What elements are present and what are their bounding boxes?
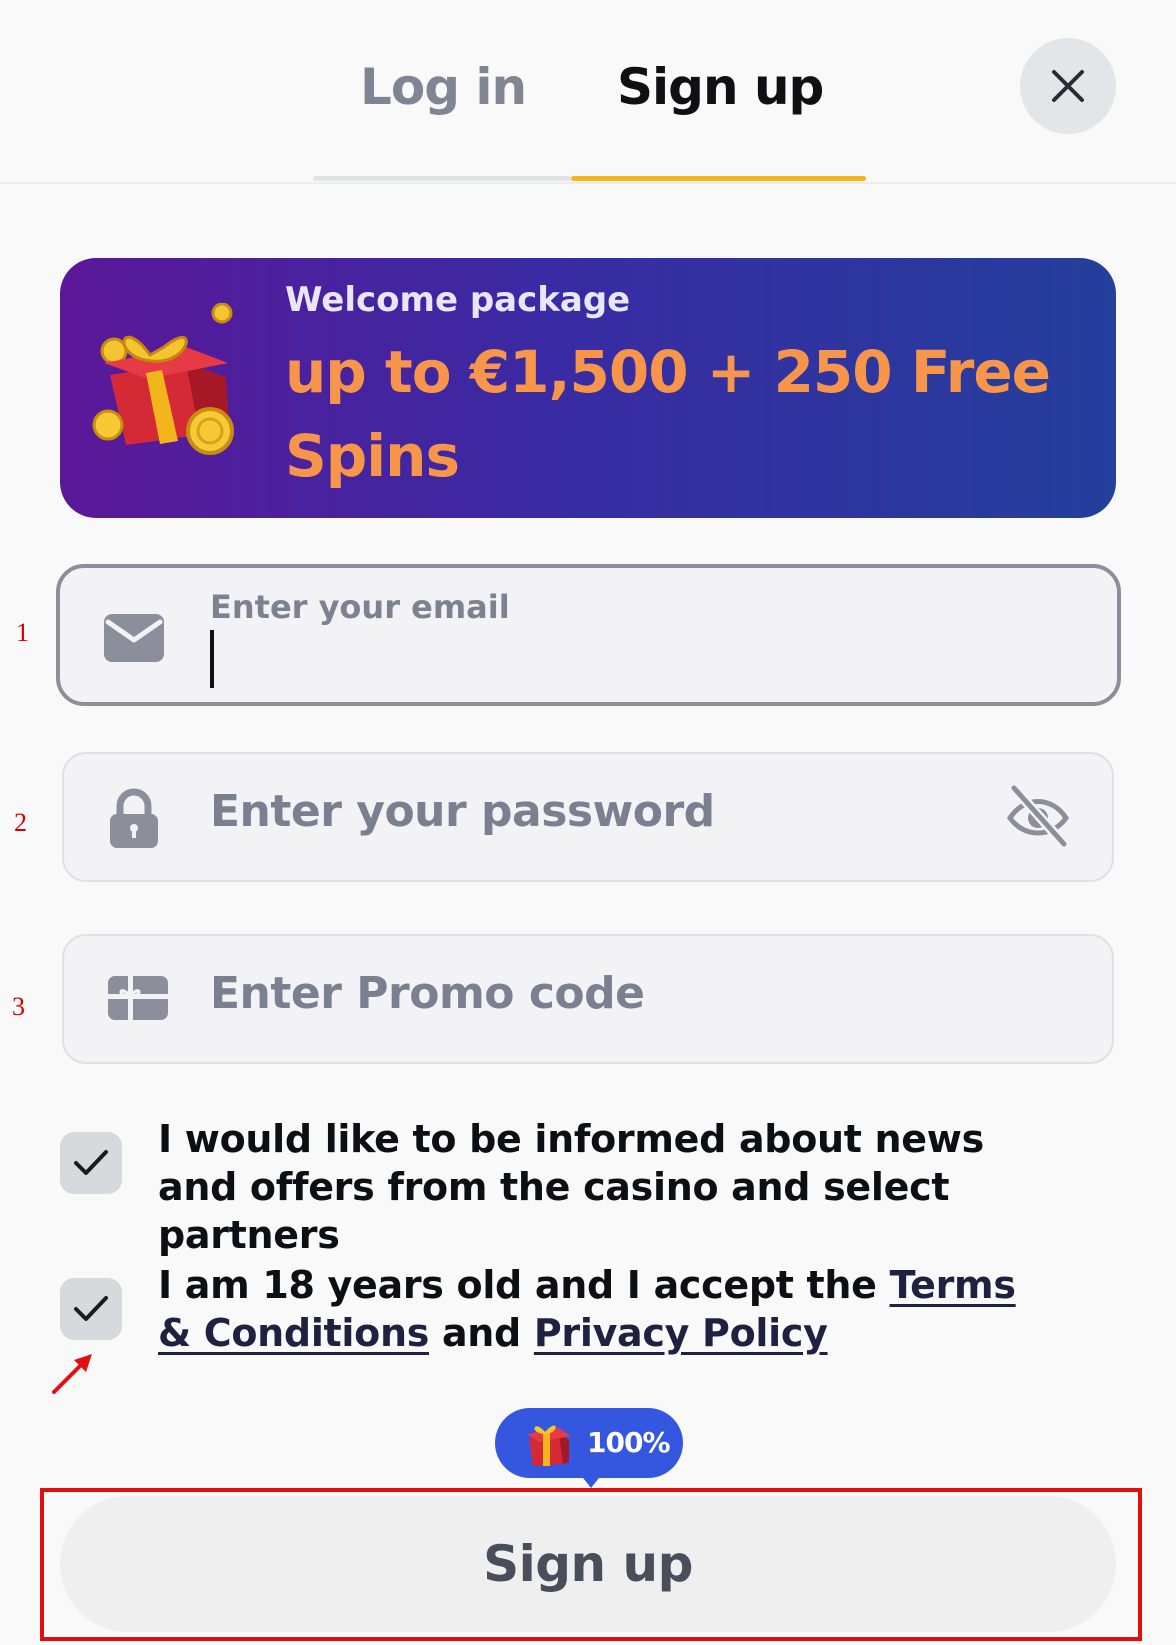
bonus-badge-text: 100% bbox=[587, 1426, 671, 1459]
bonus-badge-pointer bbox=[580, 1474, 602, 1488]
tab-login-underline bbox=[313, 176, 571, 181]
promo-code-field[interactable]: Enter Promo code bbox=[62, 934, 1114, 1064]
close-button[interactable] bbox=[1020, 38, 1116, 134]
password-placeholder: Enter your password bbox=[210, 786, 715, 837]
gift-card-icon bbox=[108, 976, 168, 1020]
age-terms-checkbox[interactable] bbox=[60, 1278, 122, 1340]
close-icon bbox=[1052, 70, 1084, 102]
password-field[interactable]: Enter your password bbox=[62, 752, 1114, 882]
annotation-number-1: 1 bbox=[16, 618, 29, 647]
tab-signup-active-indicator bbox=[571, 176, 866, 181]
news-consent-text: I would like to be informed about news a… bbox=[158, 1117, 984, 1257]
banner-offer: up to €1,500 + 250 Free Spins bbox=[285, 330, 1085, 498]
annotation-highlight-box bbox=[40, 1488, 1142, 1641]
banner-offer-line2: Spins bbox=[285, 422, 460, 490]
gift-box-icon bbox=[527, 1425, 571, 1466]
promo-placeholder: Enter Promo code bbox=[210, 968, 645, 1019]
email-label: Enter your email bbox=[210, 588, 510, 626]
welcome-banner: Welcome package up to €1,500 + 250 Free … bbox=[60, 258, 1116, 518]
bonus-badge: 100% bbox=[495, 1408, 683, 1478]
text-caret bbox=[210, 630, 214, 688]
tab-login[interactable]: Log in bbox=[360, 58, 527, 116]
annotation-number-2: 2 bbox=[14, 808, 27, 837]
header-divider bbox=[0, 182, 1176, 184]
age-terms-text: I am 18 years old and I accept the Terms… bbox=[158, 1261, 1058, 1357]
annotation-arrow-icon bbox=[52, 1354, 92, 1394]
news-consent-checkbox[interactable] bbox=[60, 1132, 122, 1194]
eye-slash-icon[interactable] bbox=[1006, 784, 1070, 848]
banner-subtitle: Welcome package bbox=[285, 280, 631, 320]
age-terms-prefix: I am 18 years old and I accept the bbox=[158, 1263, 890, 1307]
banner-offer-line1: up to €1,500 + 250 Free bbox=[285, 338, 1051, 406]
envelope-icon bbox=[104, 614, 164, 662]
privacy-policy-link[interactable]: Privacy Policy bbox=[534, 1311, 828, 1355]
age-terms-middle: and bbox=[429, 1311, 534, 1355]
annotation-number-3: 3 bbox=[12, 992, 25, 1021]
tab-signup[interactable]: Sign up bbox=[617, 58, 824, 116]
lock-icon bbox=[110, 788, 158, 848]
checkmark-icon bbox=[74, 1150, 108, 1175]
email-field[interactable]: Enter your email bbox=[56, 564, 1121, 706]
checkmark-icon bbox=[74, 1296, 108, 1321]
gift-box-icon bbox=[92, 303, 234, 455]
